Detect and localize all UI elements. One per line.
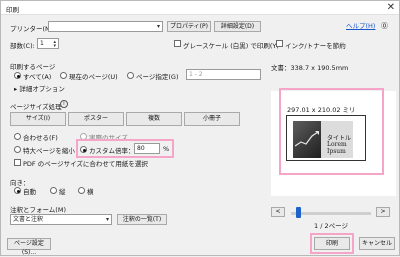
shrink-label: 特大ページを縮小 (23, 147, 75, 155)
page-range-radio[interactable] (127, 72, 134, 79)
advanced-button[interactable]: 詳細設定(D) (214, 21, 261, 32)
help-link[interactable]: ヘルプ(H) (346, 20, 375, 30)
orientation-landscape-label: 横 (87, 188, 94, 196)
shrink-radio[interactable] (14, 146, 21, 153)
slide-thumbnail: タイトル Lorem Ipsum (293, 121, 353, 158)
chart-image-icon (293, 121, 321, 158)
preview-sheet: タイトル Lorem Ipsum (286, 115, 366, 161)
current-page-label: 現在のページ(U) (69, 73, 118, 81)
copies-value: 1 (40, 40, 44, 47)
orientation-portrait-label: 縦 (59, 188, 66, 196)
tab-size[interactable]: サイズ(I) (10, 112, 66, 126)
copies-stepper[interactable]: 1 ▴ ▾ (37, 38, 59, 49)
more-options-toggle[interactable]: ▸ 詳細オプション (14, 83, 65, 93)
close-icon[interactable]: ✕ (387, 2, 395, 13)
orientation-auto-label: 自動 (23, 188, 36, 196)
page-slider-track[interactable] (291, 212, 371, 215)
summarize-comments-button[interactable]: 注釈の一覧(T) (117, 214, 167, 225)
comments-select[interactable]: 文書と注釈 ▾ (10, 214, 112, 225)
comments-value: 文書と注釈 (13, 216, 44, 223)
cancel-button[interactable]: キャンセル (359, 237, 395, 250)
all-pages-radio[interactable] (14, 72, 21, 79)
chevron-down-icon: ▾ (156, 23, 160, 30)
slide-subtitle: Lorem Ipsum (327, 141, 347, 155)
pages-title: 印刷するページ (10, 63, 56, 71)
help-icon[interactable]: ⓪ (381, 21, 388, 31)
grayscale-checkbox[interactable] (174, 40, 181, 47)
properties-button[interactable]: プロパティ(P) (167, 21, 211, 32)
printer-select[interactable]: ▾ (48, 21, 163, 32)
print-highlight (310, 233, 354, 254)
copies-label: 部数(C): (10, 42, 35, 50)
pdf-paper-checkbox[interactable] (14, 159, 21, 166)
custom-scale-highlight (76, 139, 174, 158)
sizing-title: ページサイズ処理 (10, 103, 62, 111)
orientation-auto-radio[interactable] (14, 187, 21, 194)
previous-page-button[interactable]: < (271, 207, 285, 217)
current-page-radio[interactable] (60, 72, 67, 79)
info-icon[interactable]: i (60, 100, 68, 108)
page-range-label: ページ指定(G) (136, 73, 179, 81)
pdf-paper-label: PDF のページサイズに合わせて用紙を選択 (23, 160, 148, 168)
page-slider-thumb[interactable] (296, 207, 301, 218)
next-page-button[interactable]: > (376, 207, 390, 217)
orientation-landscape-radio[interactable] (78, 187, 85, 194)
all-pages-label: すべて(A) (23, 73, 52, 81)
fit-label: 合わせる(F) (23, 134, 58, 142)
comments-title: 注釈とフォーム(M) (10, 206, 66, 214)
stepper-arrows-icon: ▴ ▾ (53, 38, 56, 49)
page-range-input[interactable]: 1 - 2 (186, 69, 261, 80)
print-dialog: 印刷 ✕ プリンター(N): ▾ プロパティ(P) 詳細設定(D) ヘルプ(H)… (0, 0, 400, 256)
grayscale-label: グレースケール (白黒) で印刷(Y) (183, 42, 279, 50)
page-setup-button[interactable]: ページ設定(S)... (7, 238, 51, 256)
window-title: 印刷 (6, 6, 19, 14)
tab-poster[interactable]: ポスター (68, 112, 124, 126)
save-ink-label: インク/トナーを節約 (285, 42, 346, 50)
page-indicator: 1 / 2ページ (314, 222, 348, 230)
tab-booklet[interactable]: 小冊子 (184, 112, 240, 126)
paper-size: 297.01 x 210.02 ミリ (287, 106, 356, 114)
fit-radio[interactable] (14, 133, 21, 140)
save-ink-checkbox[interactable] (276, 40, 283, 47)
title-bar: 印刷 ✕ (1, 1, 399, 15)
chevron-down-icon: ▾ (105, 216, 109, 223)
orientation-portrait-radio[interactable] (50, 187, 57, 194)
tab-multiple[interactable]: 複数 (126, 112, 182, 126)
document-size: 文書：338.7 x 190.5mm (271, 64, 349, 72)
